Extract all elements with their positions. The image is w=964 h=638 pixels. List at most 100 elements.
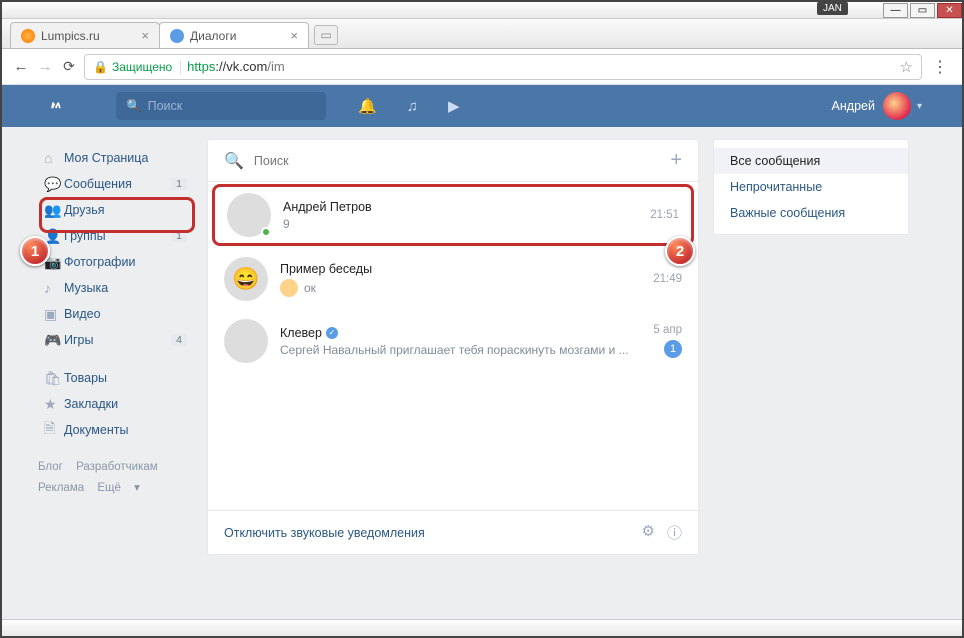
dialog-name: Андрей Петров [283, 200, 650, 214]
back-button[interactable]: ← [12, 58, 30, 76]
new-tab-button[interactable]: ▭ [314, 25, 338, 45]
tab-title: Диалоги [190, 29, 236, 43]
vk-logo[interactable] [50, 98, 90, 114]
video-icon: ▣ [44, 306, 64, 323]
maximize-button[interactable]: ▭ [910, 3, 935, 18]
window-titlebar: JAN — ▭ ✕ [2, 2, 962, 19]
messages-header: 🔍 + [208, 140, 698, 182]
close-icon[interactable]: × [133, 28, 149, 43]
dialog-time: 21:51 [650, 209, 679, 221]
sidebar-item-friends[interactable]: 👥 Друзья [38, 197, 193, 223]
tab-title: Lumpics.ru [41, 29, 100, 43]
sidebar-item-photos[interactable]: 📷 Фотографии [38, 249, 193, 275]
header-user[interactable]: Андрей ▾ [832, 92, 922, 120]
badge: 1 [171, 230, 187, 242]
browser-tab-bar: Lumpics.ru × Диалоги × ▭ [2, 19, 962, 49]
sidebar-footer: Блог Разработчикам Реклама Ещё ▾ [38, 457, 193, 498]
dialog-item-petrov[interactable]: Андрей Петров 9 21:51 [212, 184, 694, 246]
tab-dialogs[interactable]: Диалоги × [159, 22, 309, 48]
search-icon: 🔍 [224, 151, 244, 171]
footer-link-more[interactable]: Ещё ▾ [97, 482, 150, 494]
footer-link-ads[interactable]: Реклама [38, 482, 84, 494]
user-avatar [883, 92, 911, 120]
footer-link-blog[interactable]: Блог [38, 461, 63, 473]
folders-panel: Все сообщения Непрочитанные Важные сообщ… [713, 139, 909, 555]
dialog-name: Клевер ✓ [280, 326, 653, 340]
info-icon[interactable]: ⓘ [667, 522, 682, 543]
sidebar-item-messages[interactable]: 💬 Сообщения 1 [38, 171, 193, 197]
vk-content: ⌂ Моя Страница 💬 Сообщения 1 👥 Друзья 👤 … [2, 127, 962, 555]
dialog-time: 5 апр [653, 324, 682, 336]
gamepad-icon: 🎮 [44, 332, 64, 349]
sidebar-item-video[interactable]: ▣ Видео [38, 301, 193, 327]
folder-unread[interactable]: Непрочитанные [714, 174, 908, 200]
browser-menu-button[interactable]: ⋮ [928, 57, 952, 77]
sidebar-item-bookmarks[interactable]: ★ Закладки [38, 391, 193, 417]
dialog-item-beseda[interactable]: 😄 Пример беседы ок 21:49 [208, 248, 698, 310]
disable-sound-link[interactable]: Отключить звуковые уведомления [224, 526, 425, 540]
sidebar-item-groups[interactable]: 👤 Группы 1 [38, 223, 193, 249]
badge: 1 [171, 178, 187, 190]
vk-page: 🔍 Поиск 🔔 ♫ ▶ Андрей ▾ ⌂ Моя Страница 💬 … [2, 85, 962, 623]
music-icon[interactable]: ♫ [407, 97, 418, 115]
dialog-search-input[interactable] [254, 154, 670, 168]
folder-all[interactable]: Все сообщения [714, 148, 908, 174]
dialog-preview: Сергей Навальный приглашает тебя пораски… [280, 343, 653, 357]
bookmark-star-icon[interactable]: ☆ [900, 58, 913, 76]
favicon-icon [170, 29, 184, 43]
avatar [224, 319, 268, 363]
dialog-name: Пример беседы [280, 262, 653, 276]
sidebar-item-music[interactable]: ♪ Музыка [38, 275, 193, 301]
avatar: 😄 [224, 257, 268, 301]
favicon-icon [21, 29, 35, 43]
sidebar-item-market[interactable]: 🛍 Товары [38, 365, 193, 391]
messages-footer: Отключить звуковые уведомления ⚙ ⓘ [208, 510, 698, 554]
url-scheme: https [187, 59, 215, 74]
messages-panel: 🔍 + Андрей Петров 9 21:51 😄 Пример бесед… [207, 139, 699, 555]
dialog-preview: ок [280, 279, 653, 297]
sidebar-item-games[interactable]: 🎮 Игры 4 [38, 327, 193, 353]
security-badge[interactable]: 🔒 Защищено [93, 60, 181, 74]
folder-important[interactable]: Важные сообщения [714, 200, 908, 226]
chevron-down-icon: ▾ [917, 101, 922, 112]
browser-statusbar [2, 619, 962, 636]
gear-icon[interactable]: ⚙ [642, 522, 655, 543]
chat-icon: 💬 [44, 176, 64, 193]
sidebar-item-documents[interactable]: 🗎 Документы [38, 417, 193, 443]
close-button[interactable]: ✕ [937, 3, 962, 18]
forward-button[interactable]: → [36, 58, 54, 76]
annotation-marker-2: 2 [665, 236, 695, 266]
footer-link-dev[interactable]: Разработчикам [76, 461, 158, 473]
doc-icon: 🗎 [44, 418, 64, 442]
sidebar-item-my-page[interactable]: ⌂ Моя Страница [38, 145, 193, 171]
search-placeholder: Поиск [148, 99, 183, 113]
minimize-button[interactable]: — [883, 3, 908, 18]
bag-icon: 🛍 [44, 370, 64, 387]
url-host: ://vk.com [215, 59, 267, 74]
dialog-time: 21:49 [653, 273, 682, 285]
url-path: /im [267, 59, 284, 74]
friends-icon: 👥 [44, 202, 64, 219]
play-icon[interactable]: ▶ [448, 97, 460, 115]
new-chat-button[interactable]: + [670, 149, 682, 172]
star-icon: ★ [44, 396, 64, 413]
divider [38, 353, 193, 365]
header-icons: 🔔 ♫ ▶ [358, 97, 459, 115]
close-icon[interactable]: × [282, 28, 298, 43]
vk-header: 🔍 Поиск 🔔 ♫ ▶ Андрей ▾ [2, 85, 962, 127]
chevron-down-icon: ▾ [131, 482, 140, 494]
verified-icon: ✓ [326, 327, 338, 339]
reload-button[interactable]: ⟳ [60, 58, 78, 76]
badge: 4 [171, 334, 187, 346]
dialog-preview: 9 [283, 217, 650, 231]
tab-lumpics[interactable]: Lumpics.ru × [10, 22, 160, 48]
search-icon: 🔍 [126, 99, 142, 114]
home-icon: ⌂ [44, 150, 64, 166]
secure-label: Защищено [112, 60, 172, 74]
dialog-item-klever[interactable]: Клевер ✓ Сергей Навальный приглашает теб… [208, 310, 698, 372]
header-search[interactable]: 🔍 Поиск [116, 92, 326, 120]
month-badge: JAN [817, 2, 848, 15]
notifications-icon[interactable]: 🔔 [358, 97, 377, 115]
url-input[interactable]: 🔒 Защищено https ://vk.com /im ☆ [84, 54, 922, 80]
lock-icon: 🔒 [93, 60, 108, 74]
